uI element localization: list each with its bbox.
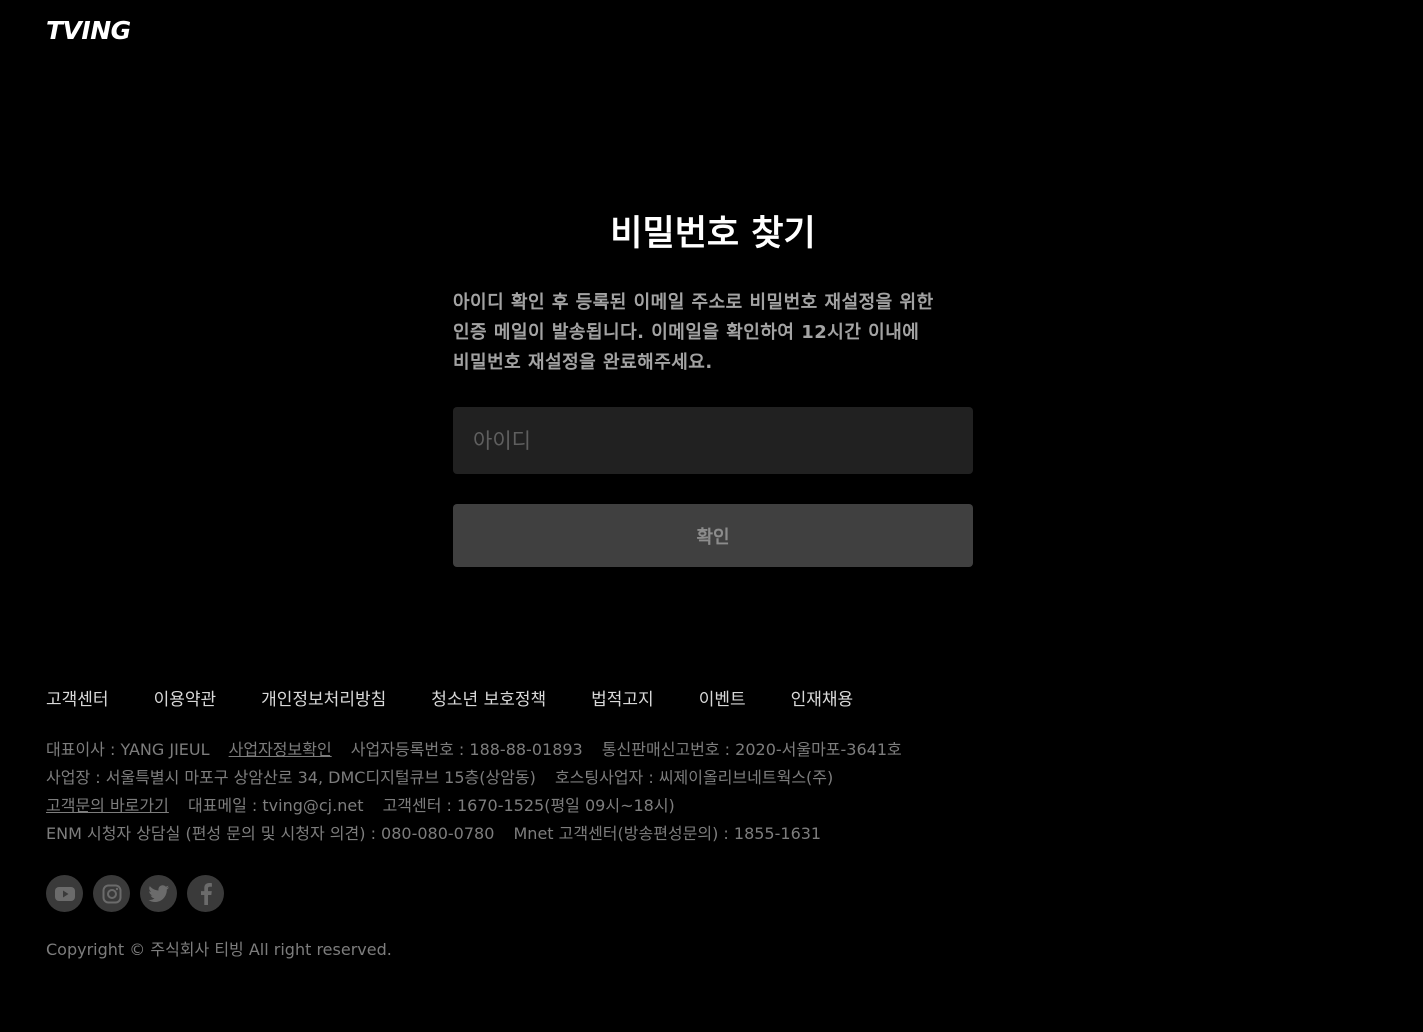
footer: 고객센터 이용약관 개인정보처리방침 청소년 보호정책 법적고지 이벤트 인재채… [46, 684, 1376, 964]
social-links [46, 875, 1376, 912]
page: TVING 비밀번호 찾기 아이디 확인 후 등록된 이메일 주소로 비밀번호 … [0, 0, 1423, 1032]
footer-nav: 고객센터 이용약관 개인정보처리방침 청소년 보호정책 법적고지 이벤트 인재채… [46, 684, 1376, 710]
page-title: 비밀번호 찾기 [610, 214, 816, 254]
twitter-icon[interactable] [140, 875, 177, 912]
description-text: 아이디 확인 후 등록된 이메일 주소로 비밀번호 재설정을 위한 인증 메일이… [453, 292, 934, 373]
customer-inquiry-link[interactable]: 고객문의 바로가기 [46, 796, 169, 815]
hosting-text: 호스팅사업자 : 씨제이올리브네트웍스(주) [554, 768, 834, 787]
ceo-text: 대표이사 : YANG JIEUL [46, 740, 210, 759]
footer-link-customer-center[interactable]: 고객센터 [46, 685, 109, 710]
copyright-text: Copyright © 주식회사 티빙 All right reserved. [46, 940, 392, 959]
mnet-contact-text: Mnet 고객센터(방송편성문의) : 1855-1631 [513, 824, 822, 843]
company-info-line: 사업장 : 서울특별시 마포구 상암산로 34, DMC디지털큐브 15층(상암… [46, 764, 1376, 792]
footer-link-youth-policy[interactable]: 청소년 보호정책 [431, 685, 546, 710]
mail-order-number: 통신판매신고번호 : 2020-서울마포-3641호 [601, 740, 902, 759]
id-input[interactable] [453, 407, 973, 474]
find-password-form: 비밀번호 찾기 아이디 확인 후 등록된 이메일 주소로 비밀번호 재설정을 위… [453, 206, 973, 567]
footer-link-terms[interactable]: 이용약관 [154, 685, 217, 710]
address-text: 사업장 : 서울특별시 마포구 상암산로 34, DMC디지털큐브 15층(상암… [46, 768, 536, 787]
youtube-icon[interactable] [46, 875, 83, 912]
customer-center-text: 고객센터 : 1670-1525(평일 09시~18시) [382, 796, 675, 815]
facebook-icon[interactable] [187, 875, 224, 912]
enm-contact-text: ENM 시청자 상담실 (편성 문의 및 시청자 의견) : 080-080-0… [46, 824, 495, 843]
footer-link-legal[interactable]: 법적고지 [591, 685, 654, 710]
footer-link-recruit[interactable]: 인재채용 [791, 685, 854, 710]
email-text: 대표메일 : tving@cj.net [187, 796, 364, 815]
company-info-line: 대표이사 : YANG JIEUL 사업자정보확인 사업자등록번호 : 188-… [46, 736, 1376, 764]
confirm-button[interactable]: 확인 [453, 504, 973, 567]
footer-link-event[interactable]: 이벤트 [699, 685, 746, 710]
tving-logo[interactable]: TVING [46, 17, 131, 45]
company-info-line: 고객문의 바로가기 대표메일 : tving@cj.net 고객센터 : 167… [46, 792, 1376, 820]
company-info: 대표이사 : YANG JIEUL 사업자정보확인 사업자등록번호 : 188-… [46, 736, 1376, 848]
footer-link-privacy[interactable]: 개인정보처리방침 [261, 685, 386, 710]
company-info-line: ENM 시청자 상담실 (편성 문의 및 시청자 의견) : 080-080-0… [46, 820, 1376, 848]
registration-number: 사업자등록번호 : 188-88-01893 [350, 740, 583, 759]
instagram-icon[interactable] [93, 875, 130, 912]
business-info-link[interactable]: 사업자정보확인 [229, 740, 332, 759]
